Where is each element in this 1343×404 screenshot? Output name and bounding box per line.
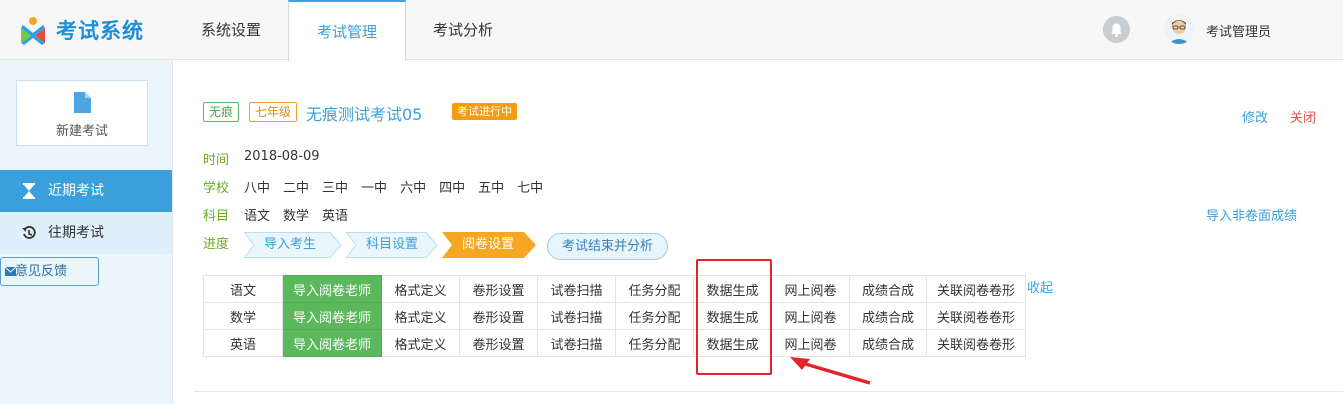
progress-label: 进度 <box>203 237 230 252</box>
task-cell[interactable]: 关联阅卷卷形 <box>926 302 1026 330</box>
top-bar: 考试系统 系统设置 考试管理 考试分析 考试管理员 <box>0 0 1343 61</box>
step-label: 导入考生 <box>264 237 317 252</box>
task-cell[interactable]: 网上阅卷 <box>771 302 850 330</box>
task-cell[interactable]: 格式定义 <box>381 302 460 330</box>
subject-item: 英语 <box>322 209 349 224</box>
task-cell[interactable]: 任务分配 <box>615 329 694 357</box>
task-cell[interactable]: 格式定义 <box>381 329 460 357</box>
task-cell[interactable]: 成绩合成 <box>849 302 927 330</box>
step-subject-settings[interactable]: 科目设置 <box>346 232 438 258</box>
new-exam-label: 新建考试 <box>55 124 108 139</box>
exam-tag-traceless: 无痕 <box>203 102 240 122</box>
sidebar-item-recent-exams[interactable]: 近期考试 <box>0 170 172 212</box>
import-markers-cell[interactable]: 导入阅卷老师 <box>282 329 382 357</box>
school-item: 四中 <box>439 181 466 196</box>
sidebar: 新建考试 近期考试 往期考试 意见反馈 <box>0 60 173 404</box>
import-markers-cell[interactable]: 导入阅卷老师 <box>282 302 382 330</box>
edit-link[interactable]: 修改 <box>1242 107 1268 126</box>
import-markers-cell[interactable]: 导入阅卷老师 <box>282 275 382 303</box>
subject-item: 数学 <box>283 209 310 224</box>
envelope-icon <box>5 267 16 276</box>
task-cell[interactable]: 卷形设置 <box>459 275 538 303</box>
school-list: 八中 二中 三中 一中 六中 四中 五中 七中 <box>244 177 556 196</box>
task-cell[interactable]: 关联阅卷卷形 <box>926 329 1026 357</box>
progress-steps: 导入考生 科目设置 阅卷设置 <box>244 232 540 258</box>
tab-system-settings[interactable]: 系统设置 <box>174 0 288 60</box>
logo-icon <box>21 17 45 45</box>
task-cell[interactable]: 试卷扫描 <box>537 302 616 330</box>
time-label: 时间 <box>203 153 230 168</box>
school-item: 一中 <box>361 181 388 196</box>
new-exam-button[interactable]: 新建考试 <box>16 80 148 146</box>
annotation-arrow-icon <box>790 357 871 385</box>
subject-label: 科目 <box>203 209 230 224</box>
task-cell[interactable]: 卷形设置 <box>459 329 538 357</box>
school-item: 五中 <box>478 181 505 196</box>
exam-title[interactable]: 无痕测试考试05 <box>306 101 422 125</box>
step-label: 阅卷设置 <box>462 237 515 252</box>
task-cell[interactable]: 成绩合成 <box>849 275 927 303</box>
notification-bell-icon[interactable] <box>1103 16 1130 43</box>
subject-list: 语文 数学 英语 <box>244 205 361 224</box>
school-item: 七中 <box>517 181 544 196</box>
document-icon <box>74 92 91 113</box>
time-value: 2018-08-09 <box>244 149 320 164</box>
feedback-label: 意见反馈 <box>15 264 68 279</box>
import-non-paper-scores-link[interactable]: 导入非卷面成绩 <box>1206 205 1297 224</box>
task-cell[interactable]: 网上阅卷 <box>771 275 850 303</box>
task-cell[interactable]: 格式定义 <box>381 275 460 303</box>
username-label[interactable]: 考试管理员 <box>1206 21 1271 40</box>
school-item: 六中 <box>400 181 427 196</box>
sidebar-item-label: 近期考试 <box>48 183 104 199</box>
school-item: 三中 <box>322 181 349 196</box>
divider <box>194 391 1343 392</box>
close-link[interactable]: 关闭 <box>1290 107 1316 126</box>
school-item: 二中 <box>283 181 310 196</box>
end-exam-and-analyze-button[interactable]: 考试结束并分析 <box>547 233 669 260</box>
task-cell[interactable]: 卷形设置 <box>459 302 538 330</box>
app-logo[interactable]: 考试系统 <box>18 12 168 48</box>
subject-item: 语文 <box>244 209 271 224</box>
step-label: 科目设置 <box>366 237 419 252</box>
feedback-button[interactable]: 意见反馈 <box>0 257 99 286</box>
step-import-candidates[interactable]: 导入考生 <box>244 232 342 258</box>
task-cell[interactable]: 试卷扫描 <box>537 275 616 303</box>
highlight-box <box>696 259 772 375</box>
subject-cell: 英语 <box>203 329 283 357</box>
school-label: 学校 <box>203 181 230 196</box>
subject-task-table: 语文 导入阅卷老师 格式定义 卷形设置 试卷扫描 任务分配 数据生成 网上阅卷 … <box>203 275 1026 357</box>
collapse-link[interactable]: 收起 <box>1027 277 1053 296</box>
task-cell[interactable]: 任务分配 <box>615 302 694 330</box>
exam-tag-grade: 七年级 <box>249 102 298 122</box>
tab-exam-management[interactable]: 考试管理 <box>288 0 407 61</box>
table-row: 数学 导入阅卷老师 格式定义 卷形设置 试卷扫描 任务分配 数据生成 网上阅卷 … <box>203 302 1026 330</box>
sidebar-item-past-exams[interactable]: 往期考试 <box>0 212 172 254</box>
school-item: 八中 <box>244 181 271 196</box>
user-avatar[interactable] <box>1164 14 1194 44</box>
main-content: 无痕 七年级 无痕测试考试05 考试进行中 修改 关闭 时间 2018-08-0… <box>174 60 1343 404</box>
subject-cell: 语文 <box>203 275 283 303</box>
table-row: 语文 导入阅卷老师 格式定义 卷形设置 试卷扫描 任务分配 数据生成 网上阅卷 … <box>203 275 1026 303</box>
app-name: 考试系统 <box>56 19 144 43</box>
task-cell[interactable]: 试卷扫描 <box>537 329 616 357</box>
sidebar-item-label: 往期考试 <box>48 225 104 241</box>
step-marking-settings[interactable]: 阅卷设置 <box>442 232 536 258</box>
task-cell[interactable]: 关联阅卷卷形 <box>926 275 1026 303</box>
subject-cell: 数学 <box>203 302 283 330</box>
table-row: 英语 导入阅卷老师 格式定义 卷形设置 试卷扫描 任务分配 数据生成 网上阅卷 … <box>203 329 1026 357</box>
status-badge: 考试进行中 <box>452 103 517 120</box>
main-nav: 系统设置 考试管理 考试分析 <box>174 0 520 61</box>
history-icon <box>22 226 36 239</box>
hourglass-icon <box>23 183 35 199</box>
tab-exam-analysis[interactable]: 考试分析 <box>406 0 520 60</box>
task-cell[interactable]: 任务分配 <box>615 275 694 303</box>
